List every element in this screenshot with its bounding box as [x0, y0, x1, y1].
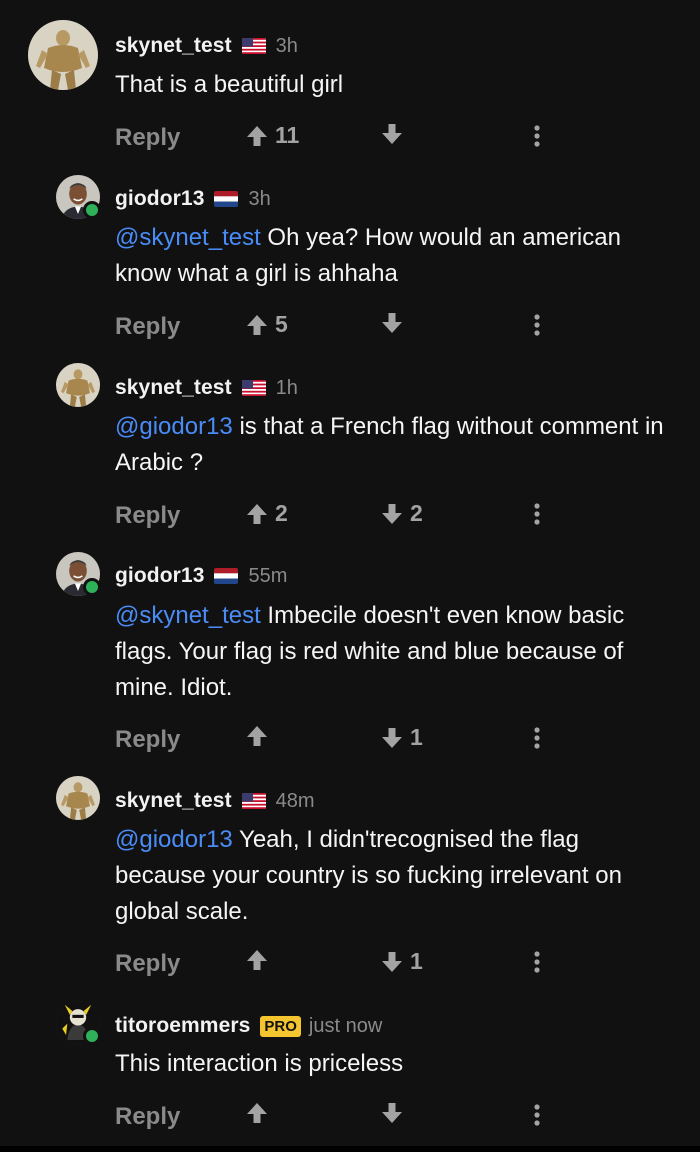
- more-options-button[interactable]: [533, 950, 541, 974]
- comment-actions: Reply 2 2: [115, 496, 555, 536]
- avatar[interactable]: [56, 363, 100, 407]
- user-mention[interactable]: @skynet_test: [115, 224, 261, 251]
- nl-flag: [214, 191, 238, 207]
- username[interactable]: giodor13: [115, 564, 204, 588]
- downvote-arrow-icon: [380, 122, 404, 146]
- more-options-button[interactable]: [533, 1103, 541, 1127]
- downvote-arrow-icon: [380, 502, 404, 526]
- user-mention[interactable]: @giodor13: [115, 413, 233, 440]
- bottom-edge: [0, 1146, 700, 1152]
- statue-avatar-image: [56, 363, 100, 407]
- timestamp: 48m: [275, 789, 315, 812]
- more-options-button[interactable]: [533, 502, 541, 526]
- avatar[interactable]: [28, 20, 98, 90]
- timestamp: 55m: [248, 564, 288, 587]
- more-options-button[interactable]: [533, 313, 541, 337]
- comment-actions: Reply 5: [115, 307, 555, 347]
- upvote-button[interactable]: 2: [245, 500, 288, 527]
- comment-body: That is a beautiful girl: [115, 71, 344, 98]
- downvote-arrow-icon: [380, 311, 404, 335]
- reply-button[interactable]: Reply: [115, 502, 180, 530]
- upvote-arrow-icon: [245, 724, 269, 748]
- avatar[interactable]: [56, 552, 101, 596]
- downvote-button[interactable]: [380, 311, 404, 335]
- downvote-button[interactable]: 1: [380, 948, 423, 975]
- comment-text: That is a beautiful girl: [115, 67, 675, 103]
- more-options-icon: [533, 124, 541, 148]
- comment-text: @giodor13 is that a French flag without …: [115, 409, 675, 481]
- downvote-button[interactable]: 1: [380, 724, 423, 751]
- nl-flag: [214, 568, 238, 584]
- reply-button[interactable]: Reply: [115, 124, 180, 152]
- timestamp: 3h: [275, 34, 298, 57]
- downvote-arrow-icon: [380, 726, 404, 750]
- us-flag: [242, 380, 266, 396]
- us-flag: [242, 793, 266, 809]
- reply-button[interactable]: Reply: [115, 313, 180, 341]
- comment-actions: Reply: [115, 1097, 555, 1137]
- online-status-indicator: [83, 578, 101, 596]
- downvote-button[interactable]: 2: [380, 500, 423, 527]
- comment-text: @skynet_test Oh yea? How would an americ…: [115, 220, 675, 292]
- more-options-icon: [533, 950, 541, 974]
- avatar[interactable]: [56, 776, 100, 820]
- downvote-count: 1: [410, 948, 423, 974]
- comment-actions: Reply 1: [115, 720, 555, 760]
- statue-avatar-image: [28, 20, 98, 90]
- comment-text: @skynet_test Imbecile doesn't even know …: [115, 598, 675, 706]
- more-options-icon: [533, 502, 541, 526]
- username[interactable]: skynet_test: [115, 789, 232, 813]
- upvote-button[interactable]: 5: [245, 311, 288, 338]
- downvote-count: 1: [410, 724, 423, 750]
- downvote-arrow-icon: [380, 1101, 404, 1125]
- comment-text: @giodor13 Yeah, I didn'trecognised the f…: [115, 822, 675, 930]
- downvote-arrow-icon: [380, 950, 404, 974]
- upvote-arrow-icon: [245, 948, 269, 972]
- more-options-button[interactable]: [533, 124, 541, 148]
- upvote-arrow-icon: [245, 313, 269, 337]
- upvote-button[interactable]: 11: [245, 122, 299, 149]
- downvote-count: 2: [410, 500, 423, 526]
- upvote-count: 5: [275, 311, 288, 337]
- more-options-icon: [533, 726, 541, 750]
- timestamp: just now: [308, 1014, 383, 1037]
- downvote-button[interactable]: [380, 1101, 404, 1125]
- comment-body: This interaction is priceless: [115, 1050, 404, 1077]
- more-options-icon: [533, 1103, 541, 1127]
- avatar[interactable]: [56, 175, 101, 219]
- statue-avatar-image: [56, 776, 100, 820]
- upvote-button[interactable]: [245, 1101, 269, 1125]
- downvote-button[interactable]: [380, 122, 404, 146]
- reply-button[interactable]: Reply: [115, 1103, 180, 1131]
- pro-badge: PRO: [260, 1015, 301, 1037]
- upvote-button[interactable]: [245, 724, 269, 748]
- online-status-indicator: [83, 1027, 101, 1045]
- username[interactable]: giodor13: [115, 187, 204, 211]
- timestamp: 3h: [248, 187, 271, 210]
- user-mention[interactable]: @skynet_test: [115, 602, 261, 629]
- user-mention[interactable]: @giodor13: [115, 826, 233, 853]
- comment-actions: Reply 1: [115, 944, 555, 984]
- comment-actions: Reply 11: [115, 118, 555, 158]
- reply-button[interactable]: Reply: [115, 726, 180, 754]
- username[interactable]: titoroemmers: [115, 1014, 250, 1038]
- upvote-count: 2: [275, 500, 288, 526]
- more-options-icon: [533, 313, 541, 337]
- username[interactable]: skynet_test: [115, 376, 232, 400]
- upvote-arrow-icon: [245, 1101, 269, 1125]
- us-flag: [242, 38, 266, 54]
- timestamp: 1h: [275, 376, 298, 399]
- online-status-indicator: [83, 201, 101, 219]
- username[interactable]: skynet_test: [115, 34, 232, 58]
- upvote-count: 11: [275, 122, 300, 148]
- upvote-arrow-icon: [245, 502, 269, 526]
- upvote-button[interactable]: [245, 948, 269, 972]
- reply-button[interactable]: Reply: [115, 950, 180, 978]
- upvote-arrow-icon: [245, 124, 269, 148]
- more-options-button[interactable]: [533, 726, 541, 750]
- avatar[interactable]: [56, 1001, 101, 1045]
- comment-text: This interaction is priceless: [115, 1046, 675, 1082]
